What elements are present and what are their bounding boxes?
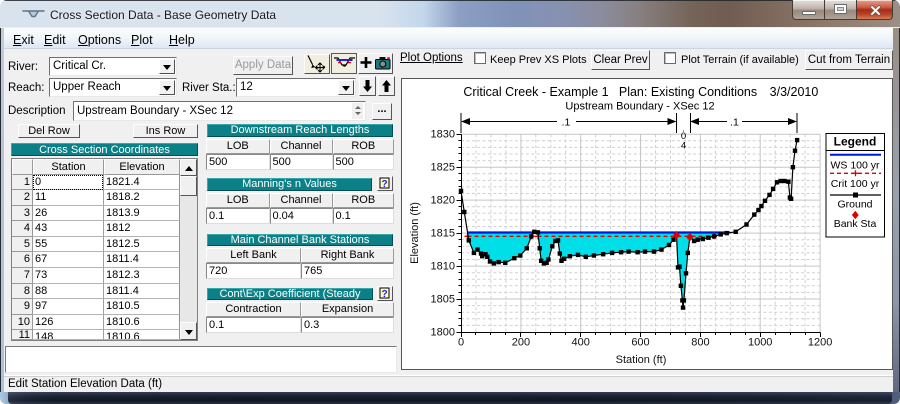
svg-text:?: ?	[381, 289, 387, 300]
svg-text:.1: .1	[730, 117, 739, 129]
svg-text:Bank Sta: Bank Sta	[834, 218, 877, 230]
svg-text:Plan: Existing Conditions: Plan: Existing Conditions	[619, 85, 757, 99]
svg-text:0: 0	[458, 337, 464, 349]
svg-text:1810: 1810	[431, 261, 455, 273]
svg-text:1200: 1200	[808, 337, 832, 349]
svg-text:Elevation (ft): Elevation (ft)	[409, 202, 421, 264]
svg-text:Crit 100 yr: Crit 100 yr	[831, 178, 880, 190]
svg-text:600: 600	[631, 337, 649, 349]
svg-text:1805: 1805	[431, 294, 455, 306]
svg-text:1000: 1000	[748, 337, 772, 349]
svg-text:1820: 1820	[431, 195, 455, 207]
svg-text:?: ?	[381, 179, 387, 190]
svg-text:1830: 1830	[431, 129, 455, 141]
svg-text:WS 100 yr: WS 100 yr	[830, 160, 880, 172]
svg-text:Station (ft): Station (ft)	[616, 354, 667, 366]
svg-text:Critical Creek - Example 1: Critical Creek - Example 1	[463, 85, 608, 99]
svg-text:3/3/2010: 3/3/2010	[770, 85, 819, 99]
svg-text:1800: 1800	[431, 327, 455, 339]
svg-text:1825: 1825	[431, 162, 455, 174]
svg-text:Ground: Ground	[837, 199, 872, 211]
svg-text:Upstream Boundary - XSec 12: Upstream Boundary - XSec 12	[565, 101, 714, 113]
svg-text:200: 200	[512, 337, 530, 349]
svg-text:1815: 1815	[431, 228, 455, 240]
svg-text:4: 4	[681, 141, 686, 152]
svg-text:.1: .1	[562, 117, 571, 129]
svg-text:400: 400	[572, 337, 590, 349]
svg-text:800: 800	[691, 337, 709, 349]
svg-text:Legend: Legend	[834, 135, 877, 149]
